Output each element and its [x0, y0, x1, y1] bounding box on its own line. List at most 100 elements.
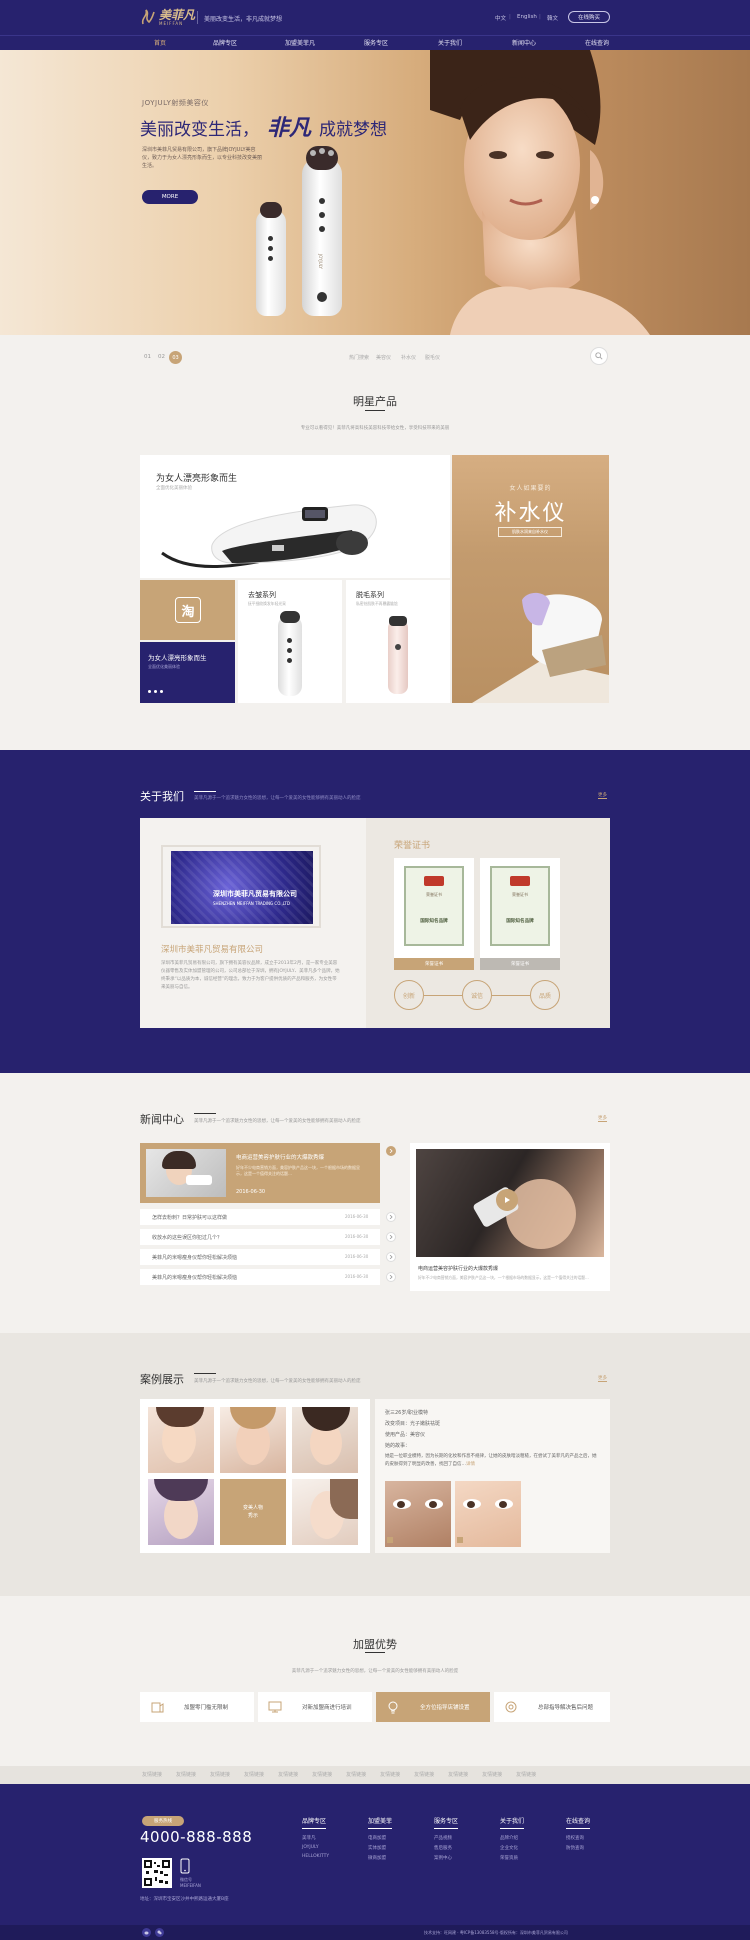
weibo-button[interactable]	[142, 1928, 151, 1937]
cases-more-link[interactable]: 更多	[598, 1375, 607, 1382]
value-connector	[492, 995, 530, 996]
news-row-arrow[interactable]	[386, 1272, 396, 1282]
friend-link[interactable]: 友情链接	[142, 1771, 162, 1778]
friend-link[interactable]: 友情链接	[482, 1771, 502, 1778]
footer-col-link[interactable]: HELLOKITTY	[302, 1854, 329, 1859]
nav-item-query[interactable]: 在线查询	[577, 36, 617, 50]
support-icon	[505, 1701, 517, 1713]
news-row-arrow[interactable]	[386, 1252, 396, 1262]
lang-cn[interactable]: 中文	[495, 14, 506, 22]
friend-link[interactable]: 友情链接	[244, 1771, 264, 1778]
join-item-label: 对新加盟商进行培训	[302, 1705, 352, 1711]
footer-col-link[interactable]: 产品视频	[434, 1835, 458, 1841]
footer-col-link[interactable]: 品牌介绍	[500, 1835, 524, 1841]
footer-col-link[interactable]: 授权查询	[566, 1835, 590, 1841]
search-tag-2[interactable]: 补水仪	[401, 354, 416, 361]
search-tag-3[interactable]: 脱毛仪	[425, 354, 440, 361]
join-item-aftersale[interactable]: 总部指导解决售后问题	[494, 1692, 610, 1722]
friend-link[interactable]: 友情链接	[176, 1771, 196, 1778]
pager-item-2[interactable]: 02	[158, 354, 165, 360]
case-photo[interactable]	[292, 1407, 358, 1473]
hydro-big-text: 补水仪	[494, 501, 567, 526]
honor-cert-1[interactable]: 荣誉证书 国际知名品牌 荣誉证书	[394, 858, 474, 970]
footer-col-link[interactable]: 企业文化	[500, 1845, 524, 1851]
friend-link[interactable]: 友情链接	[210, 1771, 230, 1778]
pager-item-1[interactable]: 01	[144, 354, 151, 360]
lang-kr[interactable]: 韓文	[547, 14, 558, 22]
case-detail-card: 张三26岁/职业模特 改变项目：光子嫩肤祛斑 使用产品：美容仪 她的故事： 她是…	[375, 1399, 610, 1553]
footer-col-link[interactable]: JOYJULY	[302, 1845, 329, 1850]
pager-item-3-active[interactable]: 03	[169, 351, 182, 364]
logo[interactable]: 美菲凡 MEIFFAN	[140, 4, 195, 30]
news-video-card[interactable]: 电商运营美容护肤行业的大爆款秀爆 好年不少电商营销方面，美容护肤产品这一块，一个…	[410, 1143, 610, 1291]
news-row[interactable]: 怎样去粉刺？日常护肤可以这样做 2016-06-30	[140, 1209, 380, 1225]
search-button[interactable]	[590, 347, 608, 365]
nav-item-about[interactable]: 关于我们	[430, 36, 470, 50]
hero-banner: JOYJULY射频美容仪 美丽改变生活， 非凡 成就梦想 深圳市美菲凡贸易有限公…	[0, 50, 750, 335]
nav-item-brand[interactable]: 品牌专区	[205, 36, 245, 50]
footer-col-link[interactable]: 电商加盟	[368, 1835, 392, 1841]
wechat-button[interactable]	[155, 1928, 164, 1937]
news-row-arrow[interactable]	[386, 1232, 396, 1242]
case-tile-label[interactable]: 变美人物 秀示	[220, 1479, 286, 1545]
case-photo[interactable]	[220, 1407, 286, 1473]
video-play-button[interactable]	[496, 1189, 518, 1211]
friend-link[interactable]: 友情链接	[346, 1771, 366, 1778]
lang-en[interactable]: English	[517, 14, 537, 20]
case-photo[interactable]	[148, 1407, 214, 1473]
honor-cert-2[interactable]: 荣誉证书 国际知名品牌 荣誉证书	[480, 858, 560, 970]
join-item-training[interactable]: 对新加盟商进行培训	[258, 1692, 372, 1722]
nav-item-join[interactable]: 加盟美菲凡	[280, 36, 320, 50]
buy-online-button[interactable]: 在线购买	[568, 11, 610, 23]
hero-more-button[interactable]: MORE	[142, 190, 198, 204]
search-tag-1[interactable]: 美容仪	[376, 354, 391, 361]
footer-col-link[interactable]: 案例中心	[434, 1855, 458, 1861]
footer-col-link[interactable]: 防伪查询	[566, 1845, 590, 1851]
news-row[interactable]: 美菲凡的米嗯瘦身仪帮你轻松解决烦恼 2016-06-30	[140, 1269, 380, 1285]
case-photo[interactable]	[148, 1479, 214, 1545]
news-row[interactable]: 收放水的这些误区你犯过几个？ 2016-06-30	[140, 1229, 380, 1245]
footer-col-link[interactable]: 微商加盟	[368, 1855, 392, 1861]
hero-title-part-c: 成就梦想	[319, 120, 388, 140]
product-card-wrinkle[interactable]: 去皱系列 抚平细纹焕发年轻光采	[238, 580, 342, 703]
friend-link[interactable]: 友情链接	[448, 1771, 468, 1778]
news-row-title: 怎样去粉刺？日常护肤可以这样做	[152, 1215, 228, 1221]
news-row-arrow[interactable]	[386, 1212, 396, 1222]
news-row[interactable]: 美菲凡的米嗯瘦身仪帮你轻松解决烦恼 2016-06-30	[140, 1249, 380, 1265]
news-more-link[interactable]: 更多	[598, 1115, 607, 1122]
nav-item-service[interactable]: 服务专区	[356, 36, 396, 50]
cert-image: 荣誉证书 国际知名品牌	[404, 866, 464, 946]
join-item-guidance[interactable]: 全方位指导店铺设置	[376, 1692, 490, 1722]
mobile-caption: 微信号 MEIFEIFAN	[180, 1877, 201, 1888]
hydro-feature-card[interactable]: 女人如果要的 补水仪 肌肤水润来自补水仪	[452, 455, 609, 703]
hotline-phone[interactable]: 4000-888-888	[140, 1828, 252, 1846]
news-featured-card[interactable]: 电商运营美容护肤行业的大爆款秀爆 好年不少电商营销方面，美容护肤产品这一块，一个…	[140, 1143, 380, 1203]
footer-col-link[interactable]: 荣誉资质	[500, 1855, 524, 1861]
footer-col-link[interactable]: 实体加盟	[368, 1845, 392, 1851]
product-feature-card[interactable]: 为女人漂亮形象而生 全面优化美丽体验	[140, 455, 450, 578]
nav-item-news[interactable]: 新闻中心	[504, 36, 544, 50]
friend-link[interactable]: 友情链接	[516, 1771, 536, 1778]
news-featured-image	[146, 1149, 226, 1197]
join-item-threshold[interactable]: 加盟零门槛无限制	[140, 1692, 254, 1722]
case-story-text: 她是一位职业模特，因为长期的化妆和作息不规律，让她的皮肤暗淡粗糙，在尝试了美菲凡…	[385, 1454, 597, 1467]
about-more-link[interactable]: 更多	[598, 792, 607, 799]
small-promo-card[interactable]: 为女人漂亮形象而生 全面优化美丽体验	[140, 642, 235, 703]
footer-col-link[interactable]: 美菲凡	[302, 1835, 329, 1841]
product-feature-title: 为女人漂亮形象而生	[156, 474, 238, 484]
taobao-card[interactable]: 淘	[140, 580, 235, 640]
case-photo[interactable]	[292, 1479, 358, 1545]
nav-item-home[interactable]: 首页	[140, 36, 180, 50]
wrinkle-device-image	[278, 611, 302, 696]
value-label: 诚信	[470, 992, 483, 1000]
cert-head: 荣誉证书	[426, 892, 442, 897]
friend-link[interactable]: 友情链接	[380, 1771, 400, 1778]
friend-link[interactable]: 友情链接	[312, 1771, 332, 1778]
about-section: 关于我们 美菲凡源于一个追求魅力女性的思想，让每一个爱美的女性能够拥有美丽动人的…	[0, 750, 750, 1073]
product-card-hair[interactable]: 脱毛系列 私密处肌肤不再暴露尴尬	[346, 580, 450, 703]
friend-link[interactable]: 友情链接	[278, 1771, 298, 1778]
friend-link[interactable]: 友情链接	[414, 1771, 434, 1778]
news-featured-arrow[interactable]	[386, 1146, 396, 1156]
footer-col-link[interactable]: 售后服务	[434, 1845, 458, 1851]
case-detail-link[interactable]: 详情	[466, 1462, 475, 1467]
